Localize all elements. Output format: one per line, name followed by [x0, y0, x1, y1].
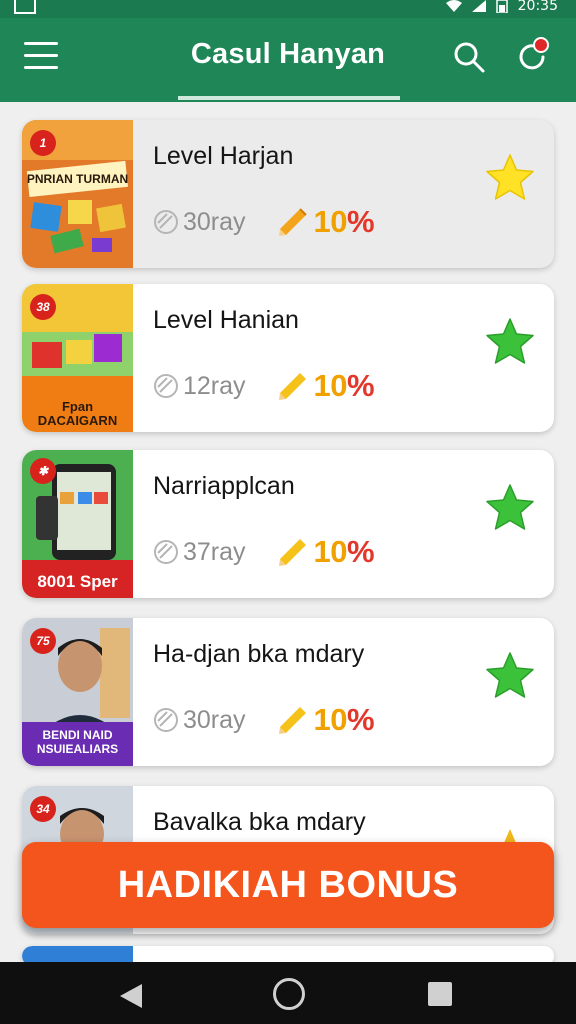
item-count: 30ray: [183, 705, 246, 734]
title-tab-indicator: [178, 96, 400, 100]
item-title: Level Harjan: [153, 142, 294, 170]
thumbnail-badge: 1: [30, 130, 56, 156]
star-icon[interactable]: [484, 152, 536, 204]
item-percent: 10%: [313, 534, 375, 569]
item-percent: 10%: [313, 204, 375, 239]
item-percent: 10%: [313, 702, 375, 737]
item-meta: 37ray 10%: [153, 534, 375, 570]
item-meta: 30ray 10%: [153, 204, 375, 240]
signal-icon: [471, 0, 486, 12]
search-icon[interactable]: [452, 40, 486, 74]
battery-icon: [495, 0, 508, 13]
notification-badge: [533, 37, 549, 53]
bonus-button[interactable]: HADIKIAH BONUS: [22, 842, 554, 928]
item-title: Narriapplcan: [153, 472, 295, 500]
status-bar: 20:35: [0, 0, 576, 18]
item-meta: 12ray 10%: [153, 368, 375, 404]
status-time: 20:35: [517, 0, 558, 14]
gallery-notification-icon: [14, 0, 36, 14]
item-title: Ha-djan bka mdary: [153, 640, 365, 668]
app-bar: Casul Hanyan: [0, 18, 576, 102]
list-item[interactable]: ✱ 8001 Sper Narriapplcan 37ray 10%: [22, 450, 554, 598]
thumbnail-badge: 38: [30, 294, 56, 320]
thumbnail-text: 8001 Sper: [37, 572, 118, 591]
thumbnail-text: Fpan DACAIGARN: [37, 399, 118, 428]
item-title: Level Hanian: [153, 306, 299, 334]
pencil-icon: [278, 539, 306, 566]
list-item[interactable]: 75 BENDI NAID NSUIEALIARS Ha-djan bka md…: [22, 618, 554, 766]
level-thumbnail: 1 PNRIAN TURMAN: [22, 120, 133, 268]
thumbnail-text: PNRIAN TURMAN: [26, 172, 129, 186]
page-title: Casul Hanyan: [190, 38, 386, 70]
list-item[interactable]: 1 PNRIAN TURMAN Level Harjan 30ray 10%: [22, 120, 554, 268]
system-nav-bar: [0, 962, 576, 1024]
level-thumbnail: ✱ 8001 Sper: [22, 450, 133, 598]
pencil-icon: [278, 373, 306, 400]
item-count: 37ray: [183, 537, 246, 566]
paperclip-icon: [154, 374, 178, 398]
home-icon[interactable]: [273, 978, 305, 1010]
paperclip-icon: [154, 708, 178, 732]
level-thumbnail: 75 BENDI NAID NSUIEALIARS: [22, 618, 133, 766]
paperclip-icon: [154, 210, 178, 234]
item-count: 12ray: [183, 371, 246, 400]
thumbnail-badge: ✱: [30, 458, 56, 484]
item-count: 30ray: [183, 207, 246, 236]
level-thumbnail: 38 Fpan DACAIGARN: [22, 284, 133, 432]
star-icon[interactable]: [484, 316, 536, 368]
star-icon[interactable]: [484, 650, 536, 702]
pencil-icon: [278, 208, 307, 236]
wifi-icon: [445, 0, 462, 12]
item-meta: 30ray 10%: [153, 702, 375, 738]
paperclip-icon: [154, 540, 178, 564]
pencil-icon: [278, 707, 306, 734]
recents-icon[interactable]: [428, 982, 452, 1006]
thumbnail-text: BENDI NAID NSUIEALIARS: [36, 728, 119, 756]
list-item[interactable]: 38 Fpan DACAIGARN Level Hanian 12ray 10%: [22, 284, 554, 432]
item-title: Bavalka bka mdary: [153, 808, 366, 836]
back-icon[interactable]: [118, 982, 144, 1010]
item-percent: 10%: [313, 368, 375, 403]
star-icon[interactable]: [484, 482, 536, 534]
thumbnail-badge: 75: [30, 628, 56, 654]
thumbnail-badge: 34: [30, 796, 56, 822]
